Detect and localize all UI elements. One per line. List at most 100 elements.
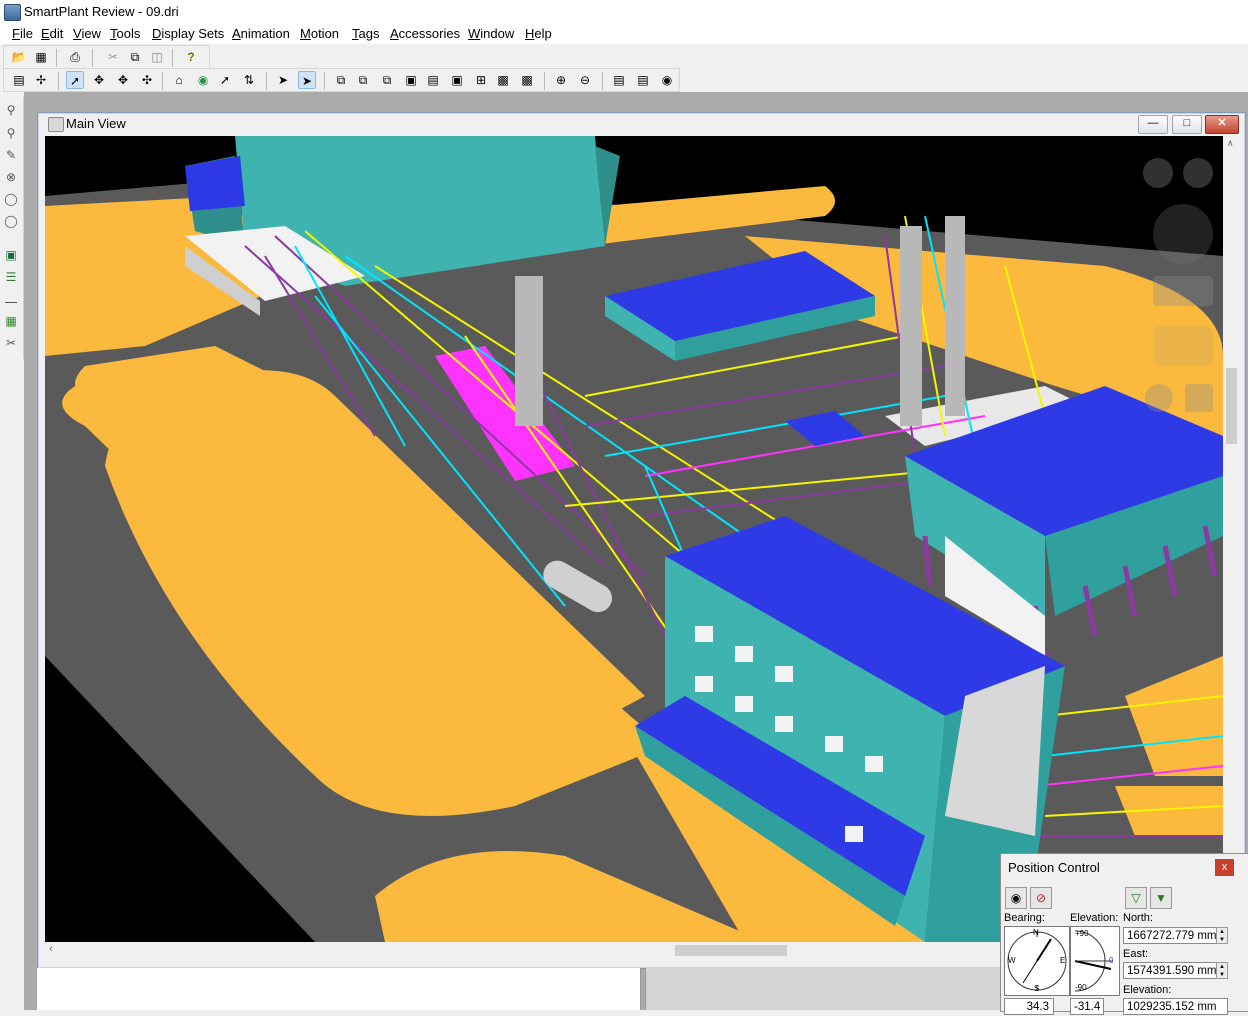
- look-icon[interactable]: ◉: [194, 71, 212, 89]
- clip-icon[interactable]: ⊗: [3, 169, 19, 185]
- elev-scale-bottom: -90: [1075, 983, 1087, 992]
- compass-w: W: [1008, 956, 1016, 965]
- pointer-icon[interactable]: ➤: [274, 71, 292, 89]
- eye-icon[interactable]: ◉: [1005, 887, 1027, 909]
- properties-icon[interactable]: ▤: [610, 71, 628, 89]
- pointer-pressed-icon[interactable]: ➤: [298, 71, 316, 89]
- find-icon[interactable]: ◯: [3, 213, 19, 229]
- view-fit-icon[interactable]: ▣: [448, 71, 466, 89]
- tag-icon[interactable]: ▤: [634, 71, 652, 89]
- copy-icon[interactable]: ⧉: [126, 48, 144, 66]
- view-front-icon[interactable]: ⧉: [378, 71, 396, 89]
- select-icon[interactable]: ➚: [66, 71, 84, 89]
- target-icon[interactable]: ⊘: [1030, 887, 1052, 909]
- home-view-icon[interactable]: ⌂: [170, 71, 188, 89]
- select-nav-icon[interactable]: [1145, 384, 1173, 412]
- lower-panel: [37, 968, 641, 1010]
- menu-tags[interactable]: Tags: [352, 26, 379, 41]
- view-back-icon[interactable]: ▤: [424, 71, 442, 89]
- turn-icon[interactable]: ⇅: [240, 71, 258, 89]
- menu-help[interactable]: Help: [525, 26, 552, 41]
- walk-icon[interactable]: ✥: [114, 71, 132, 89]
- view-iso-icon[interactable]: ⧉: [332, 71, 350, 89]
- menu-file[interactable]: File: [12, 26, 33, 41]
- position-control-close-button[interactable]: x: [1215, 859, 1234, 876]
- help-icon[interactable]: ?: [182, 48, 200, 66]
- inspect-icon[interactable]: ✎: [3, 147, 19, 163]
- vertical-scroll-thumb[interactable]: [1226, 368, 1237, 444]
- menu-view[interactable]: View: [73, 26, 101, 41]
- bearing-field[interactable]: 34.3: [1004, 998, 1054, 1015]
- paste-icon[interactable]: ◫: [148, 48, 166, 66]
- north-label: North:: [1123, 912, 1153, 924]
- fit-nav-icon[interactable]: [1185, 384, 1213, 412]
- lasso-icon[interactable]: ◯: [3, 191, 19, 207]
- document-icon[interactable]: ▤: [10, 71, 28, 89]
- zoom-in-icon[interactable]: ⊕: [552, 71, 570, 89]
- view-side-icon[interactable]: ▣: [402, 71, 420, 89]
- fly-icon[interactable]: ➚: [216, 71, 234, 89]
- down-arrow-filled-icon[interactable]: ▼: [1150, 887, 1172, 909]
- up-down-arrows-icon[interactable]: [1153, 276, 1213, 306]
- elevation-field[interactable]: 1029235.152 mm: [1123, 998, 1228, 1015]
- move-icon[interactable]: ✢: [32, 71, 50, 89]
- scroll-up-icon[interactable]: ∧: [1227, 138, 1234, 149]
- elev-scale-top: +90: [1075, 929, 1089, 938]
- open-icon[interactable]: 📂: [10, 48, 28, 66]
- down-arrow-icon[interactable]: ▽: [1125, 887, 1147, 909]
- bearing-dial[interactable]: N S E W: [1004, 926, 1070, 996]
- scissors-icon[interactable]: ✂: [3, 335, 19, 351]
- main-view-title: Main View: [66, 116, 126, 131]
- search-icon[interactable]: ⚲: [3, 125, 19, 141]
- 3d-viewport[interactable]: [45, 136, 1223, 942]
- orbit-nav-icon[interactable]: [1183, 158, 1213, 188]
- bearing-label: Bearing:: [1004, 912, 1045, 924]
- app-icon: [4, 4, 21, 21]
- menu-accessories[interactable]: Accessories: [390, 26, 460, 41]
- zoom-icon[interactable]: ⚲: [3, 102, 19, 118]
- menu-animation[interactable]: Animation: [232, 26, 290, 41]
- layers-icon[interactable]: ☰: [3, 269, 19, 285]
- print-icon[interactable]: ⎙: [66, 48, 84, 66]
- elevation-angle-field[interactable]: -31.4: [1070, 998, 1104, 1015]
- east-field[interactable]: 1574391.590 mm: [1123, 962, 1228, 979]
- grid-icon[interactable]: ▦: [3, 313, 19, 329]
- elevation-value: 1029235.152 mm: [1127, 1001, 1217, 1013]
- menu-window[interactable]: Window: [468, 26, 514, 41]
- home-nav-icon[interactable]: [1143, 158, 1173, 188]
- scroll-left-icon[interactable]: ‹: [49, 943, 53, 955]
- vertical-scrollbar[interactable]: ∧: [1223, 136, 1240, 942]
- window-title: SmartPlant Review - 09.dri: [24, 4, 179, 19]
- view-right-icon[interactable]: ▩: [494, 71, 512, 89]
- save-icon[interactable]: ▦: [32, 48, 50, 66]
- elev-scale-zero: 0: [1109, 956, 1114, 965]
- view-icon[interactable]: ▣: [3, 247, 19, 263]
- look-around-icon[interactable]: [1153, 326, 1213, 366]
- view-top-icon[interactable]: ⧉: [354, 71, 372, 89]
- east-spinner[interactable]: ▲ ▼: [1216, 962, 1228, 979]
- plant-model-render: [45, 136, 1223, 942]
- horizontal-scroll-thumb[interactable]: [675, 945, 787, 956]
- restore-button[interactable]: □: [1172, 115, 1202, 134]
- menu-display-sets[interactable]: Display Sets: [152, 26, 224, 41]
- view-left-icon[interactable]: ▩: [518, 71, 536, 89]
- north-spinner[interactable]: ▲ ▼: [1216, 927, 1228, 944]
- pan-arrows-icon[interactable]: [1153, 204, 1213, 264]
- cut-icon[interactable]: ✂: [104, 48, 122, 66]
- camera-icon[interactable]: ◉: [658, 71, 676, 89]
- zoom-out-icon[interactable]: ⊖: [576, 71, 594, 89]
- menu-tools[interactable]: Tools: [110, 26, 140, 41]
- compass-s: S: [1034, 984, 1040, 993]
- menu-edit[interactable]: Edit: [41, 26, 63, 41]
- position-control-title: Position Control: [1008, 860, 1100, 875]
- close-button[interactable]: ✕: [1205, 115, 1239, 134]
- minimize-button[interactable]: —: [1138, 115, 1168, 134]
- measure-icon[interactable]: ⎼: [3, 291, 19, 307]
- rotate-icon[interactable]: ✣: [138, 71, 156, 89]
- elevation-dial[interactable]: +90 -90 0: [1070, 926, 1120, 996]
- menu-motion[interactable]: Motion: [300, 26, 339, 41]
- view-bottom-icon[interactable]: ⊞: [472, 71, 490, 89]
- pan-icon[interactable]: ✥: [90, 71, 108, 89]
- title-bar: [0, 0, 1248, 25]
- north-field[interactable]: 1667272.779 mm: [1123, 927, 1228, 944]
